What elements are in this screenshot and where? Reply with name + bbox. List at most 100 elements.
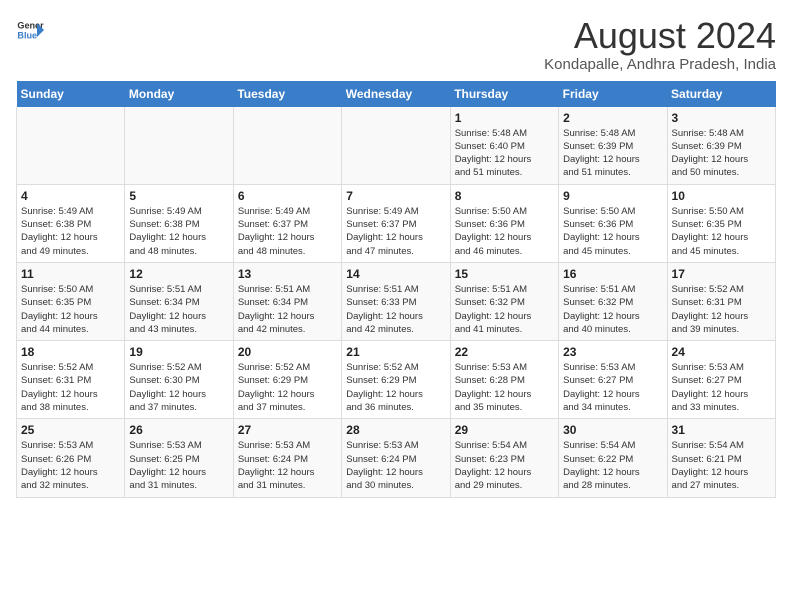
day-number: 5 [129,189,228,203]
day-number: 4 [21,189,120,203]
day-number: 25 [21,423,120,437]
calendar-cell: 1 Sunrise: 5:48 AM Sunset: 6:40 PM Daylig… [450,107,558,185]
day-info: Sunrise: 5:49 AM Sunset: 6:38 PM Dayligh… [21,205,120,258]
day-number: 1 [455,111,554,125]
calendar-cell: 22 Sunrise: 5:53 AM Sunset: 6:28 PM Dayli… [450,341,558,419]
calendar-cell: 13Sunrise: 5:51 AM Sunset: 6:34 PM Dayli… [233,262,341,340]
day-info: Sunrise: 5:53 AM Sunset: 6:27 PM Dayligh… [672,361,771,414]
calendar-cell: 24 Sunrise: 5:53 AM Sunset: 6:27 PM Dayli… [667,341,775,419]
day-info: Sunrise: 5:49 AM Sunset: 6:38 PM Dayligh… [129,205,228,258]
day-info: Sunrise: 5:52 AM Sunset: 6:30 PM Dayligh… [129,361,228,414]
day-number: 21 [346,345,445,359]
day-number: 29 [455,423,554,437]
calendar-cell: 30 Sunrise: 5:54 AM Sunset: 6:22 PM Dayli… [559,419,667,497]
calendar-table: SundayMondayTuesdayWednesdayThursdayFrid… [16,81,776,498]
page-header: General Blue August 2024 Kondapalle, And… [16,16,776,73]
day-number: 18 [21,345,120,359]
column-header-monday: Monday [125,81,233,107]
day-info: Sunrise: 5:53 AM Sunset: 6:27 PM Dayligh… [563,361,662,414]
day-number: 24 [672,345,771,359]
day-number: 3 [672,111,771,125]
day-info: Sunrise: 5:52 AM Sunset: 6:29 PM Dayligh… [238,361,337,414]
calendar-cell: 9 Sunrise: 5:50 AM Sunset: 6:36 PM Daylig… [559,184,667,262]
day-number: 2 [563,111,662,125]
day-info: Sunrise: 5:51 AM Sunset: 6:33 PM Dayligh… [346,283,445,336]
calendar-cell: 27 Sunrise: 5:53 AM Sunset: 6:24 PM Dayli… [233,419,341,497]
calendar-cell: 11 Sunrise: 5:50 AM Sunset: 6:35 PM Dayli… [17,262,125,340]
day-number: 22 [455,345,554,359]
column-header-sunday: Sunday [17,81,125,107]
day-info: Sunrise: 5:53 AM Sunset: 6:24 PM Dayligh… [346,439,445,492]
calendar-cell: 17Sunrise: 5:52 AM Sunset: 6:31 PM Dayli… [667,262,775,340]
day-number: 11 [21,267,120,281]
day-info: Sunrise: 5:53 AM Sunset: 6:25 PM Dayligh… [129,439,228,492]
calendar-cell: 2 Sunrise: 5:48 AM Sunset: 6:39 PM Daylig… [559,107,667,185]
day-info: Sunrise: 5:53 AM Sunset: 6:28 PM Dayligh… [455,361,554,414]
day-info: Sunrise: 5:54 AM Sunset: 6:23 PM Dayligh… [455,439,554,492]
day-info: Sunrise: 5:52 AM Sunset: 6:31 PM Dayligh… [21,361,120,414]
column-header-wednesday: Wednesday [342,81,450,107]
day-number: 31 [672,423,771,437]
day-number: 19 [129,345,228,359]
calendar-cell: 23 Sunrise: 5:53 AM Sunset: 6:27 PM Dayli… [559,341,667,419]
calendar-cell: 5 Sunrise: 5:49 AM Sunset: 6:38 PM Daylig… [125,184,233,262]
calendar-cell [17,107,125,185]
day-info: Sunrise: 5:51 AM Sunset: 6:32 PM Dayligh… [563,283,662,336]
calendar-cell: 20 Sunrise: 5:52 AM Sunset: 6:29 PM Dayli… [233,341,341,419]
day-number: 7 [346,189,445,203]
calendar-subtitle: Kondapalle, Andhra Pradesh, India [544,56,776,73]
day-number: 16 [563,267,662,281]
calendar-cell: 12 Sunrise: 5:51 AM Sunset: 6:34 PM Dayli… [125,262,233,340]
day-number: 30 [563,423,662,437]
day-info: Sunrise: 5:50 AM Sunset: 6:36 PM Dayligh… [563,205,662,258]
calendar-cell: 7 Sunrise: 5:49 AM Sunset: 6:37 PM Daylig… [342,184,450,262]
day-number: 12 [129,267,228,281]
calendar-cell: 14Sunrise: 5:51 AM Sunset: 6:33 PM Dayli… [342,262,450,340]
logo-icon: General Blue [16,16,44,44]
day-number: 9 [563,189,662,203]
calendar-cell: 25 Sunrise: 5:53 AM Sunset: 6:26 PM Dayli… [17,419,125,497]
calendar-cell: 4 Sunrise: 5:49 AM Sunset: 6:38 PM Daylig… [17,184,125,262]
calendar-cell: 31 Sunrise: 5:54 AM Sunset: 6:21 PM Dayli… [667,419,775,497]
calendar-cell: 15Sunrise: 5:51 AM Sunset: 6:32 PM Dayli… [450,262,558,340]
day-number: 23 [563,345,662,359]
calendar-cell: 21 Sunrise: 5:52 AM Sunset: 6:29 PM Dayli… [342,341,450,419]
day-number: 27 [238,423,337,437]
calendar-title: August 2024 [544,16,776,56]
day-info: Sunrise: 5:51 AM Sunset: 6:34 PM Dayligh… [129,283,228,336]
day-number: 17 [672,267,771,281]
calendar-cell [233,107,341,185]
day-info: Sunrise: 5:54 AM Sunset: 6:21 PM Dayligh… [672,439,771,492]
calendar-cell [125,107,233,185]
day-info: Sunrise: 5:53 AM Sunset: 6:24 PM Dayligh… [238,439,337,492]
calendar-cell: 19 Sunrise: 5:52 AM Sunset: 6:30 PM Dayli… [125,341,233,419]
title-area: August 2024 Kondapalle, Andhra Pradesh, … [544,16,776,73]
week-row-4: 18 Sunrise: 5:52 AM Sunset: 6:31 PM Dayli… [17,341,776,419]
day-info: Sunrise: 5:48 AM Sunset: 6:40 PM Dayligh… [455,127,554,180]
header-row: SundayMondayTuesdayWednesdayThursdayFrid… [17,81,776,107]
day-info: Sunrise: 5:50 AM Sunset: 6:35 PM Dayligh… [21,283,120,336]
week-row-2: 4 Sunrise: 5:49 AM Sunset: 6:38 PM Daylig… [17,184,776,262]
week-row-1: 1 Sunrise: 5:48 AM Sunset: 6:40 PM Daylig… [17,107,776,185]
day-number: 28 [346,423,445,437]
day-info: Sunrise: 5:52 AM Sunset: 6:29 PM Dayligh… [346,361,445,414]
day-number: 6 [238,189,337,203]
calendar-cell: 3 Sunrise: 5:48 AM Sunset: 6:39 PM Daylig… [667,107,775,185]
day-info: Sunrise: 5:48 AM Sunset: 6:39 PM Dayligh… [563,127,662,180]
day-info: Sunrise: 5:50 AM Sunset: 6:35 PM Dayligh… [672,205,771,258]
column-header-tuesday: Tuesday [233,81,341,107]
day-info: Sunrise: 5:54 AM Sunset: 6:22 PM Dayligh… [563,439,662,492]
day-info: Sunrise: 5:53 AM Sunset: 6:26 PM Dayligh… [21,439,120,492]
day-number: 10 [672,189,771,203]
week-row-3: 11 Sunrise: 5:50 AM Sunset: 6:35 PM Dayli… [17,262,776,340]
day-number: 8 [455,189,554,203]
calendar-cell: 26 Sunrise: 5:53 AM Sunset: 6:25 PM Dayli… [125,419,233,497]
day-info: Sunrise: 5:51 AM Sunset: 6:32 PM Dayligh… [455,283,554,336]
week-row-5: 25 Sunrise: 5:53 AM Sunset: 6:26 PM Dayli… [17,419,776,497]
day-info: Sunrise: 5:48 AM Sunset: 6:39 PM Dayligh… [672,127,771,180]
day-number: 20 [238,345,337,359]
day-info: Sunrise: 5:49 AM Sunset: 6:37 PM Dayligh… [346,205,445,258]
calendar-cell [342,107,450,185]
calendar-cell: 29 Sunrise: 5:54 AM Sunset: 6:23 PM Dayli… [450,419,558,497]
day-number: 26 [129,423,228,437]
